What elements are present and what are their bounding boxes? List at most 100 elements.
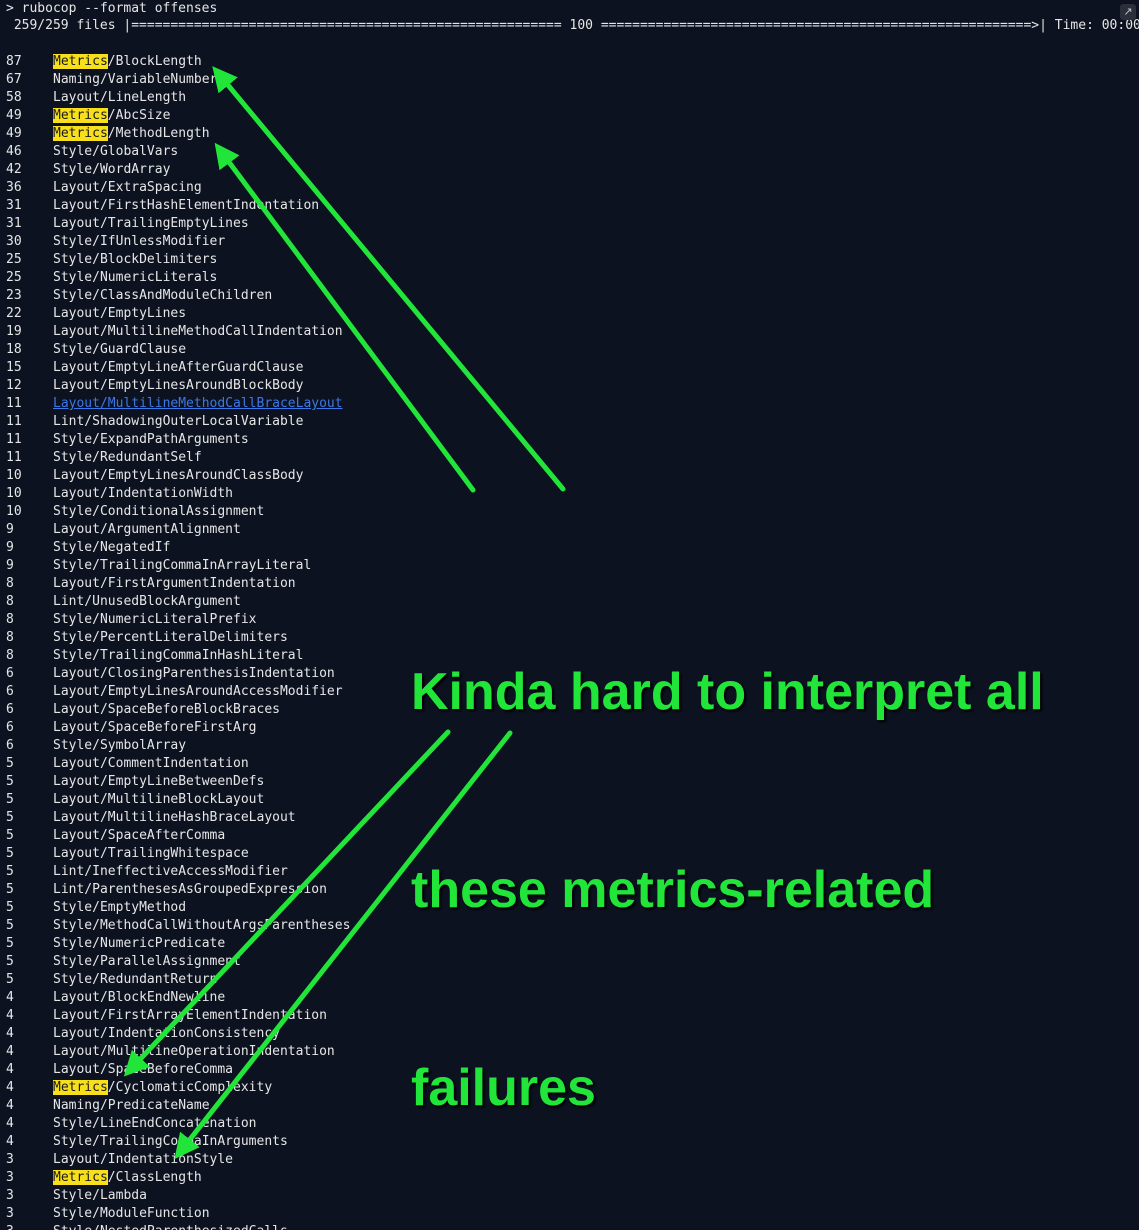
offense-row: 22 Layout/EmptyLines [0,305,1139,323]
offense-count: 36 [6,180,22,195]
offense-row: 23 Style/ClassAndModuleChildren [0,287,1139,305]
offense-count: 30 [6,234,22,249]
offense-count: 8 [6,576,14,591]
offense-count: 8 [6,648,14,663]
cop-name: Layout/IndentationConsistency [53,1026,280,1041]
cop-name: Style/RedundantSelf [53,450,202,465]
offense-count: 4 [6,990,14,1005]
offense-count: 87 [6,54,22,69]
offense-count: 67 [6,72,22,87]
offense-count: 3 [6,1223,46,1230]
cop-name: Layout/SpaceBeforeBlockBraces [53,702,280,717]
offense-count: 5 [6,918,14,933]
annotation-line: Kinda hard to interpret all [411,663,1044,721]
offense-count: 6 [6,666,14,681]
offense-count: 5 [6,774,14,789]
offense-count: 10 [6,486,22,501]
cop-name-rest: /BlockLength [107,54,202,69]
cop-name: Style/ClassAndModuleChildren [53,288,273,303]
offense-count: 4 [6,1026,14,1041]
cop-name: Style/ModuleFunction [53,1206,210,1221]
offense-count: 5 [6,828,14,843]
cop-name: Metrics/BlockLength [53,53,202,71]
offense-count: 31 [6,216,22,231]
offense-count: 4 [6,1134,14,1149]
metrics-highlight: Metrics [53,1170,108,1185]
cop-name: Layout/SpaceAfterComma [53,828,226,843]
offense-count: 5 [6,954,14,969]
offense-row: 58 Layout/LineLength [0,89,1139,107]
cop-name: Style/PercentLiteralDelimiters [53,630,288,645]
cop-name: Layout/ClosingParenthesisIndentation [53,666,335,681]
cop-name: Metrics/CyclomaticComplexity [53,1079,272,1097]
offense-row: 30 Style/IfUnlessModifier [0,233,1139,251]
cop-name: Style/NestedParenthesizedCalls [53,1223,288,1230]
cop-name: Lint/IneffectiveAccessModifier [53,864,288,879]
offense-count: 4 [6,1116,14,1131]
cop-name-rest: /AbcSize [107,108,171,123]
offense-row: 10 Layout/EmptyLinesAroundClassBody [0,467,1139,485]
cop-name: Style/EmptyMethod [53,900,187,915]
cop-name: Layout/EmptyLineAfterGuardClause [53,360,304,375]
offense-row: 67 Naming/VariableNumber [0,71,1139,89]
cop-name: Style/TrailingCommaInArrayLiteral [53,558,312,573]
offense-count: 8 [6,630,14,645]
offense-count: 5 [6,882,14,897]
offense-count: 8 [6,594,14,609]
cop-name: Style/TrailingCommaInHashLiteral [53,648,304,663]
cop-name: Style/SymbolArray [53,738,187,753]
cop-name: Layout/SpaceBeforeComma [53,1062,234,1077]
cop-name: Style/TrailingCommaInArguments [53,1134,288,1149]
cop-name: Style/WordArray [53,162,171,177]
cop-name: Layout/CommentIndentation [53,756,249,771]
cop-name: Lint/ShadowingOuterLocalVariable [53,414,304,429]
cop-name: Layout/SpaceBeforeFirstArg [53,720,257,735]
metrics-highlight: Metrics [53,126,108,141]
cop-name: Style/NegatedIf [53,540,171,555]
offense-count: 10 [6,504,22,519]
offense-count: 15 [6,360,22,375]
cop-name: Style/Lambda [53,1188,147,1203]
cop-name: Lint/UnusedBlockArgument [53,594,241,609]
expand-icon[interactable]: ↗ [1120,4,1136,20]
cop-name[interactable]: Layout/MultilineMethodCallBraceLayout [53,395,343,413]
cop-name: Naming/VariableNumber [53,72,218,87]
cop-name: Style/NumericLiterals [53,270,218,285]
offense-count: 58 [6,90,22,105]
cop-name: Layout/EmptyLinesAroundAccessModifier [53,684,343,699]
offense-count: 4 [6,1062,14,1077]
cop-name: Style/ExpandPathArguments [53,432,249,447]
cop-name: Style/RedundantReturn [53,972,218,987]
cop-name: Style/NumericPredicate [53,936,226,951]
offense-row: 46 Style/GlobalVars [0,143,1139,161]
offense-count: 4 [6,1098,14,1113]
cop-name: Layout/IndentationStyle [53,1152,234,1167]
offense-row: 12 Layout/EmptyLinesAroundBlockBody [0,377,1139,395]
cop-name: Style/ConditionalAssignment [53,504,265,519]
offense-count: 3 [6,1188,14,1203]
offense-row: 11 Layout/MultilineMethodCallBraceLayout [0,395,1139,413]
offense-count: 5 [6,792,14,807]
offense-count: 5 [6,864,14,879]
metrics-highlight: Metrics [53,1080,108,1095]
offense-row: 10 Layout/IndentationWidth [0,485,1139,503]
cop-name: Layout/ArgumentAlignment [53,522,241,537]
cop-name: Layout/FirstHashElementIndentation [53,198,320,213]
cop-name-rest: /CyclomaticComplexity [107,1080,273,1095]
cop-name: Style/LineEndConcatenation [53,1116,257,1131]
offense-count: 5 [6,756,14,771]
offense-row: 31 Layout/TrailingEmptyLines [0,215,1139,233]
progress-bar-line: 259/259 files |=========================… [6,18,1139,33]
offense-count: 5 [6,972,14,987]
offense-count: 4 [6,1008,14,1023]
cop-name: Layout/TrailingEmptyLines [53,216,249,231]
offense-count: 10 [6,468,22,483]
offense-row: 25 Style/NumericLiterals [0,269,1139,287]
offense-count: 6 [6,720,14,735]
offense-count: 6 [6,684,14,699]
offense-count: 23 [6,288,22,303]
offense-count: 9 [6,540,14,555]
cop-name: Layout/MultilineMethodCallIndentation [53,324,343,339]
offense-count: 25 [6,270,22,285]
cop-name: Style/MethodCallWithoutArgsParentheses [53,918,351,933]
